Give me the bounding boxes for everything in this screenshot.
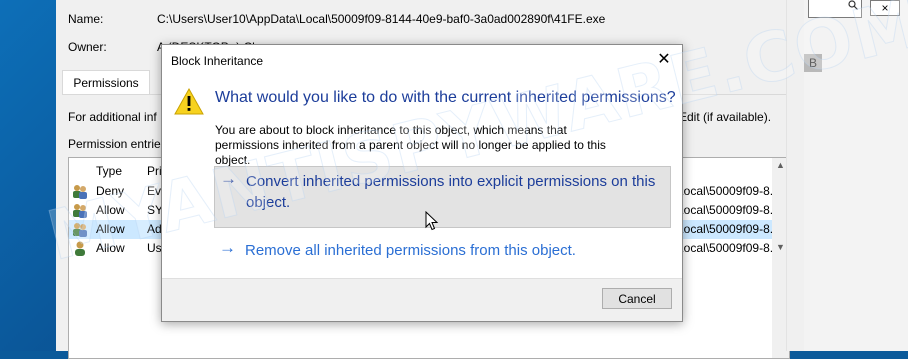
window-scrollbar[interactable]: [786, 0, 804, 351]
dialog-title: Block Inheritance: [171, 54, 264, 68]
arrow-right-icon: →: [219, 238, 236, 257]
users-icon: [73, 223, 87, 237]
users-icon: [73, 204, 87, 218]
scroll-up-icon[interactable]: ▲: [776, 160, 785, 170]
search-box[interactable]: [808, 0, 862, 18]
warning-icon: [174, 87, 204, 115]
entry-inherited-from: Local\50009f09-8...: [677, 222, 780, 236]
mouse-pointer-icon: [425, 211, 439, 231]
side-tab[interactable]: B: [804, 54, 822, 72]
close-icon[interactable]: ×: [870, 0, 900, 16]
entry-type: Deny: [96, 184, 125, 198]
entry-type: Allow: [96, 203, 125, 217]
dialog-description: You are about to block inheritance to th…: [215, 123, 606, 167]
close-icon[interactable]: ✕: [646, 45, 682, 75]
edit-hint-text: Edit (if available).: [679, 110, 772, 124]
search-icon: [848, 0, 858, 10]
additional-info-text: For additional inf: [68, 110, 157, 124]
convert-permissions-label: Convert inherited permissions into expli…: [246, 173, 656, 211]
entry-type: Allow: [96, 241, 125, 255]
name-label: Name:: [68, 12, 104, 26]
dialog-titlebar[interactable]: Block Inheritance ✕: [162, 45, 682, 75]
background-explorer-window: × B: [804, 0, 908, 351]
entry-type: Allow: [96, 222, 125, 236]
dialog-footer: Cancel: [162, 278, 682, 321]
entry-inherited-from: Local\50009f09-8...: [677, 203, 780, 217]
column-type-header[interactable]: Type: [96, 164, 122, 178]
entry-inherited-from: Local\50009f09-8...: [677, 241, 780, 255]
name-value: C:\Users\User10\AppData\Local\50009f09-8…: [157, 12, 606, 26]
permission-entries-label: Permission entrie: [68, 137, 161, 151]
owner-label: Owner:: [68, 40, 107, 54]
entry-principal: Ad: [147, 222, 162, 236]
block-inheritance-dialog: Block Inheritance ✕ What would you like …: [161, 44, 683, 322]
scroll-down-icon[interactable]: ▼: [776, 242, 785, 252]
tab-permissions[interactable]: Permissions: [62, 70, 150, 95]
convert-permissions-button[interactable]: → Convert inherited permissions into exp…: [214, 166, 671, 231]
entry-inherited-from: Local\50009f09-8...: [677, 184, 780, 198]
remove-permissions-label: Remove all inherited permissions from th…: [245, 242, 576, 259]
arrow-right-icon: →: [220, 169, 237, 188]
cancel-button[interactable]: Cancel: [602, 288, 672, 309]
column-principal-header[interactable]: Pri: [147, 164, 162, 178]
users-icon: [73, 185, 87, 199]
dialog-question: What would you like to do with the curre…: [215, 89, 676, 106]
user-icon: [75, 241, 85, 256]
remove-permissions-button[interactable]: → Remove all inherited permissions from …: [214, 238, 669, 261]
